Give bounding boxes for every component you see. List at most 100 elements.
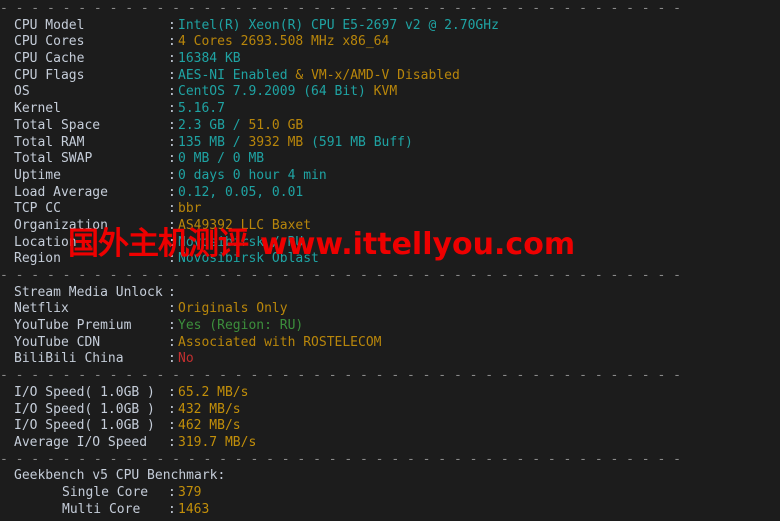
label-total-swap: Total SWAP xyxy=(14,151,93,167)
row-os: OS: CentOS 7.9.2009 (64 Bit) KVM xyxy=(0,84,780,101)
terminal-screen: - - - - - - - - - - - - - - - - - - - - … xyxy=(0,0,780,521)
value-total-space-total: 51.0 GB xyxy=(248,117,304,133)
value-io-speed-3: 462 MB/s xyxy=(178,418,241,434)
value-load-average: 0.12, 0.05, 0.01 xyxy=(178,184,304,200)
row-io-speed-2: I/O Speed( 1.0GB ):432 MB/s xyxy=(0,402,780,419)
row-total-swap: Total SWAP:0 MB / 0 MB xyxy=(0,151,780,168)
colon: : xyxy=(168,484,176,500)
label-total-ram: Total RAM xyxy=(14,134,85,150)
row-stream-media-header: Stream Media Unlock: xyxy=(0,285,780,302)
value-uptime: 0 days 0 hour 4 min xyxy=(178,167,327,183)
row-youtube-premium: YouTube Premium: Yes (Region: RU) xyxy=(0,318,780,335)
row-io-speed-average: Average I/O Speed:319.7 MB/s xyxy=(0,435,780,452)
label-multi-core: Multi Core xyxy=(62,501,141,517)
value-organization: AS49392 LLC Baxet xyxy=(178,217,312,233)
row-single-core: Single Core:379 xyxy=(0,485,780,502)
colon: : xyxy=(168,334,176,350)
colon: : xyxy=(168,34,176,50)
row-multi-core: Multi Core:1463 xyxy=(0,502,780,519)
row-region: Region: Novosibirsk Oblast xyxy=(0,251,780,268)
colon: : xyxy=(168,217,176,233)
value-total-space-sep: / xyxy=(232,117,241,133)
value-os-virt: KVM xyxy=(373,84,398,100)
colon: : xyxy=(168,51,176,67)
value-youtube-premium: Yes (Region: RU) xyxy=(178,318,304,334)
separator-geekbench: - - - - - - - - - - - - - - - - - - - - … xyxy=(0,451,681,467)
value-bilibili-china: No xyxy=(178,351,194,367)
label-region: Region xyxy=(14,251,61,267)
colon: : xyxy=(168,17,176,33)
label-tcp-cc: TCP CC xyxy=(14,201,61,217)
row-cpu-model: CPU Model: Intel(R) Xeon(R) CPU E5-2697 v… xyxy=(0,18,780,35)
colon: : xyxy=(168,501,176,517)
colon: : xyxy=(168,384,176,400)
separator-stream: - - - - - - - - - - - - - - - - - - - - … xyxy=(0,268,681,283)
value-total-swap: 0 MB / 0 MB xyxy=(178,151,265,167)
label-io-speed-3: I/O Speed( 1.0GB ) xyxy=(14,418,155,434)
row-location: Location: Novosibirsk / RU xyxy=(0,235,780,252)
label-load-average: Load Average xyxy=(14,184,108,200)
colon: : xyxy=(168,84,176,100)
colon: : xyxy=(168,117,176,133)
colon: : xyxy=(168,351,176,367)
colon: : xyxy=(168,151,176,167)
row-uptime: Uptime:0 days 0 hour 4 min xyxy=(0,168,780,185)
label-io-speed-1: I/O Speed( 1.0GB ) xyxy=(14,384,155,400)
label-io-speed-2: I/O Speed( 1.0GB ) xyxy=(14,401,155,417)
terminal-output: - - - - - - - - - - - - - - - - - - - - … xyxy=(0,0,780,521)
label-uptime: Uptime xyxy=(14,167,61,183)
label-netflix: Netflix xyxy=(14,301,69,317)
row-netflix: Netflix: Originals Only xyxy=(0,301,780,318)
colon: : xyxy=(168,184,176,200)
label-geekbench-title: Geekbench v5 CPU Benchmark: xyxy=(14,468,226,484)
value-cpu-cache: 16384 KB xyxy=(178,51,241,67)
value-cpu-model: Intel(R) Xeon(R) CPU E5-2697 v2 @ 2.70GH… xyxy=(178,17,499,33)
label-stream-media-unlock: Stream Media Unlock xyxy=(14,284,163,300)
value-total-ram-buff: (591 MB Buff) xyxy=(311,134,413,150)
colon: : xyxy=(168,251,176,267)
colon: : xyxy=(168,201,176,217)
label-bilibili-china: BiliBili China xyxy=(14,351,124,367)
value-cpu-flags-vmx: VM-x/AMD-V Disabled xyxy=(311,67,460,83)
row-tcp-cc: TCP CC: bbr xyxy=(0,201,780,218)
value-cpu-flags-aesni: AES-NI Enabled xyxy=(178,67,288,83)
row-organization: Organization: AS49392 LLC Baxet xyxy=(0,218,780,235)
label-youtube-cdn: YouTube CDN xyxy=(14,334,101,350)
row-bilibili-china: BiliBili China: No xyxy=(0,351,780,368)
row-total-ram: Total RAM:135 MB / 3932 MB (591 MB Buff) xyxy=(0,135,780,152)
colon: : xyxy=(168,401,176,417)
row-cpu-flags: CPU Flags: AES-NI Enabled & VM-x/AMD-V Di… xyxy=(0,68,780,85)
row-total-space: Total Space:2.3 GB / 51.0 GB xyxy=(0,118,780,135)
value-region: Novosibirsk Oblast xyxy=(178,251,319,267)
colon: : xyxy=(168,418,176,434)
value-location: Novosibirsk / RU xyxy=(178,234,304,250)
colon: : xyxy=(168,234,176,250)
value-total-ram-total: 3932 MB xyxy=(248,134,304,150)
value-os: CentOS 7.9.2009 (64 Bit) xyxy=(178,84,366,100)
colon: : xyxy=(168,167,176,183)
label-cpu-model: CPU Model xyxy=(14,17,85,33)
label-youtube-premium: YouTube Premium xyxy=(14,318,132,334)
value-io-speed-1: 65.2 MB/s xyxy=(178,384,249,400)
value-single-core: 379 xyxy=(178,484,202,500)
label-cpu-cache: CPU Cache xyxy=(14,51,85,67)
value-youtube-cdn: Associated with ROSTELECOM xyxy=(178,334,382,350)
label-single-core: Single Core xyxy=(62,484,149,500)
label-location: Location xyxy=(14,234,77,250)
row-cpu-cores: CPU Cores:4 Cores 2693.508 MHz x86_64 xyxy=(0,34,780,51)
row-cpu-cache: CPU Cache:16384 KB xyxy=(0,51,780,68)
value-total-ram-used: 135 MB xyxy=(178,134,225,150)
row-load-average: Load Average:0.12, 0.05, 0.01 xyxy=(0,185,780,202)
value-total-space-used: 2.3 GB xyxy=(178,117,225,133)
colon: : xyxy=(168,134,176,150)
value-multi-core: 1463 xyxy=(178,501,210,517)
row-kernel: Kernel:5.16.7 xyxy=(0,101,780,118)
value-tcp-cc: bbr xyxy=(178,201,202,217)
colon: : xyxy=(168,318,176,334)
row-geekbench-title: Geekbench v5 CPU Benchmark: xyxy=(0,468,780,485)
row-youtube-cdn: YouTube CDN: Associated with ROSTELECOM xyxy=(0,335,780,352)
value-total-ram-sep: / xyxy=(232,134,241,150)
separator-top: - - - - - - - - - - - - - - - - - - - - … xyxy=(0,1,681,16)
row-io-speed-3: I/O Speed( 1.0GB ):462 MB/s xyxy=(0,418,780,435)
row-io-speed-1: I/O Speed( 1.0GB ):65.2 MB/s xyxy=(0,385,780,402)
